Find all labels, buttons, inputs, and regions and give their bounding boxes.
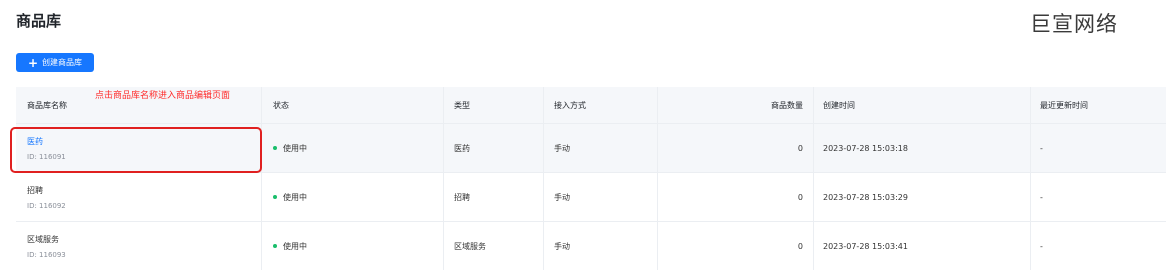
- cell-status: 使用中: [261, 222, 443, 270]
- header-access: 接入方式: [543, 87, 657, 123]
- cell-name: 招聘 ID: 116092: [16, 173, 261, 221]
- table-row: 招聘 ID: 116092 使用中 招聘 手动 0 2023-07-28 15:…: [16, 173, 1166, 222]
- cell-created: 2023-07-28 15:03:29: [813, 173, 1030, 221]
- brand-watermark: 巨宣网络: [1030, 12, 1118, 36]
- table-row: 医药 ID: 116091 使用中 医药 手动 0 2023-07-28 15:…: [16, 124, 1166, 173]
- create-button-label: 创建商品库: [42, 58, 83, 67]
- plus-icon: +: [27, 55, 39, 70]
- cell-status: 使用中: [261, 124, 443, 172]
- cell-count: 0: [657, 222, 813, 270]
- cell-count: 0: [657, 124, 813, 172]
- cell-created: 2023-07-28 15:03:18: [813, 124, 1030, 172]
- cell-name: 医药 ID: 116091: [16, 124, 261, 172]
- header-count: 商品数量: [657, 87, 813, 123]
- header-created: 创建时间: [813, 87, 1030, 123]
- cell-updated: -: [1030, 173, 1166, 221]
- cell-type: 招聘: [443, 173, 543, 221]
- create-product-library-button[interactable]: + 创建商品库: [16, 53, 94, 72]
- cell-type: 区域服务: [443, 222, 543, 270]
- cell-created: 2023-07-28 15:03:41: [813, 222, 1030, 270]
- cell-access: 手动: [543, 173, 657, 221]
- cell-status: 使用中: [261, 173, 443, 221]
- library-name-link[interactable]: 区域服务: [27, 234, 59, 245]
- header-type: 类型: [443, 87, 543, 123]
- cell-name: 区域服务 ID: 116093: [16, 222, 261, 270]
- status-text: 使用中: [283, 241, 307, 251]
- library-id: ID: 116092: [27, 201, 66, 210]
- library-id: ID: 116091: [27, 152, 66, 161]
- table-row: 区域服务 ID: 116093 使用中 区域服务 手动 0 2023-07-28…: [16, 222, 1166, 270]
- cell-access: 手动: [543, 124, 657, 172]
- status-text: 使用中: [283, 192, 307, 202]
- library-id: ID: 116093: [27, 250, 66, 259]
- cell-updated: -: [1030, 124, 1166, 172]
- cell-count: 0: [657, 173, 813, 221]
- page-title: 商品库: [16, 12, 62, 30]
- header-status: 状态: [261, 87, 443, 123]
- library-name-link[interactable]: 医药: [27, 136, 43, 147]
- header-updated: 最近更新时间: [1030, 87, 1166, 123]
- cell-updated: -: [1030, 222, 1166, 270]
- product-library-table: 商品库名称 状态 类型 接入方式 商品数量 创建时间 最近更新时间 医药 ID:…: [16, 87, 1166, 270]
- annotation-hint: 点击商品库名称进入商品编辑页面: [95, 91, 231, 101]
- library-name-link[interactable]: 招聘: [27, 185, 43, 196]
- status-dot-icon: [273, 146, 277, 150]
- cell-type: 医药: [443, 124, 543, 172]
- cell-access: 手动: [543, 222, 657, 270]
- status-dot-icon: [273, 244, 277, 248]
- status-text: 使用中: [283, 143, 307, 153]
- status-dot-icon: [273, 195, 277, 199]
